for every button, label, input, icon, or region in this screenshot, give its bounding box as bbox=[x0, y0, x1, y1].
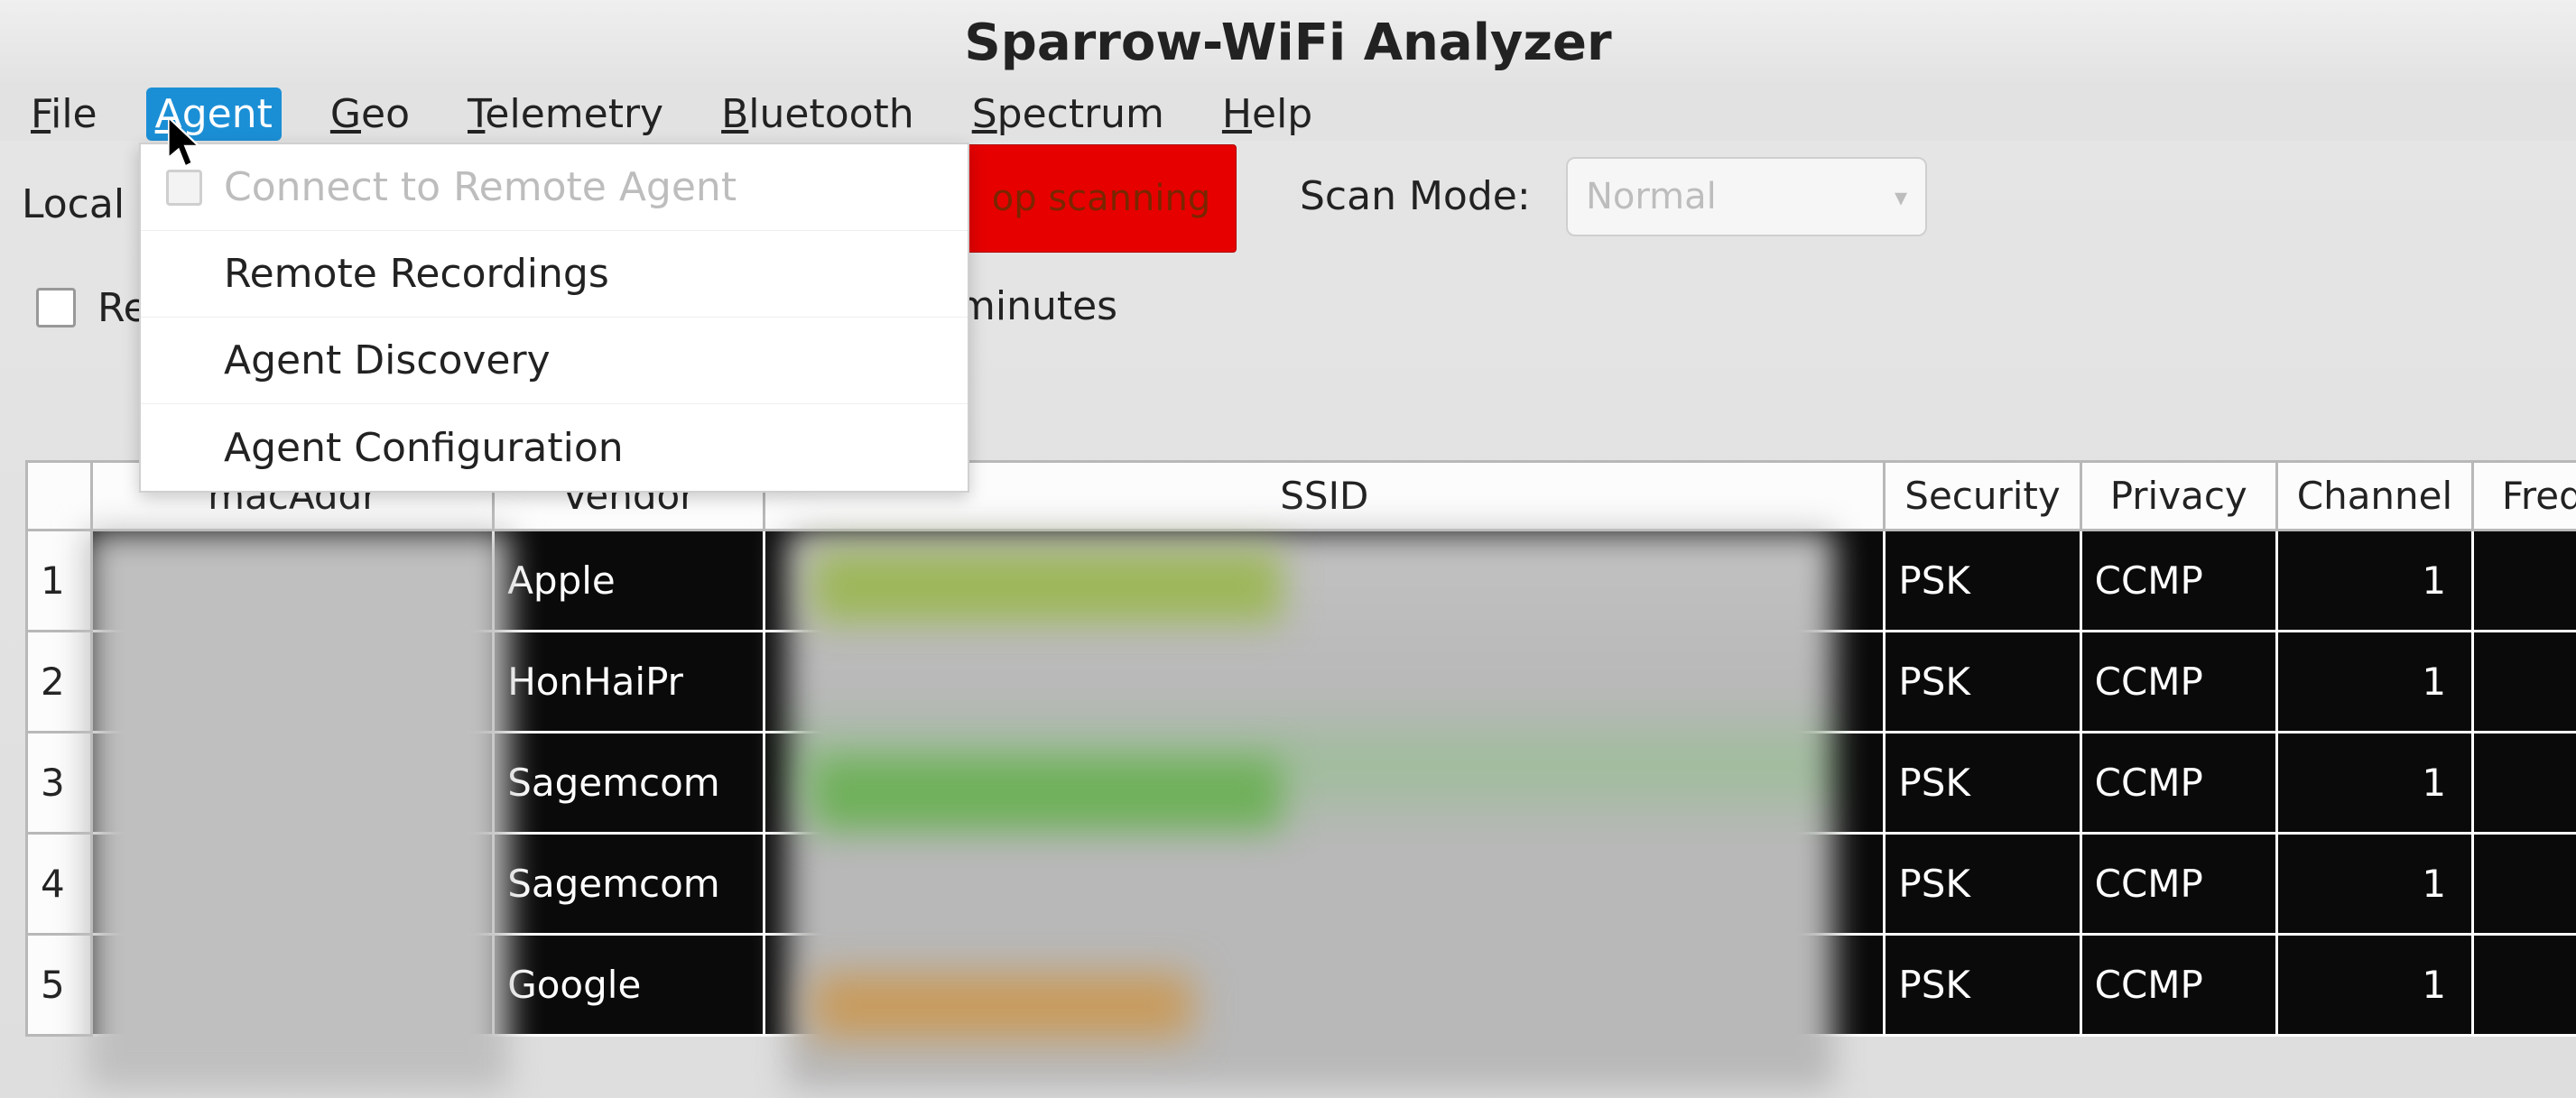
agent-connect-remote[interactable]: Connect to Remote Agent bbox=[141, 144, 968, 231]
cell-privacy[interactable]: CCMP bbox=[2080, 632, 2276, 733]
agent-connect-remote-label: Connect to Remote Agent bbox=[224, 164, 737, 210]
titlebar: Sparrow-WiFi Analyzer bbox=[0, 0, 2576, 87]
cell-frequency[interactable] bbox=[2473, 632, 2576, 733]
agent-configuration-label: Agent Configuration bbox=[224, 425, 624, 471]
cell-frequency[interactable] bbox=[2473, 733, 2576, 834]
scanmode-label: Scan Mode: bbox=[1300, 173, 1531, 219]
stop-scanning-button[interactable]: op scanning bbox=[966, 144, 1237, 253]
remember-checkbox[interactable] bbox=[36, 288, 76, 328]
agent-remote-recordings-label: Remote Recordings bbox=[224, 251, 609, 297]
app-window: Sparrow-WiFi Analyzer File Agent Geo Tel… bbox=[0, 0, 2576, 1098]
col-frequency[interactable]: Freque bbox=[2473, 462, 2576, 531]
cell-channel[interactable]: 1 bbox=[2276, 531, 2472, 632]
agent-configuration[interactable]: Agent Configuration bbox=[141, 404, 968, 491]
cell-privacy[interactable]: CCMP bbox=[2080, 531, 2276, 632]
cell-frequency[interactable] bbox=[2473, 531, 2576, 632]
col-privacy[interactable]: Privacy bbox=[2080, 462, 2276, 531]
agent-dropdown: Connect to Remote Agent Remote Recording… bbox=[139, 143, 969, 493]
row-index[interactable]: 2 bbox=[27, 632, 92, 733]
redaction-overlay bbox=[812, 550, 1282, 623]
row-index[interactable]: 1 bbox=[27, 531, 92, 632]
cell-frequency[interactable] bbox=[2473, 935, 2576, 1036]
cell-channel[interactable]: 1 bbox=[2276, 834, 2472, 935]
row-index[interactable]: 5 bbox=[27, 935, 92, 1036]
cell-privacy[interactable]: CCMP bbox=[2080, 733, 2276, 834]
cell-frequency[interactable] bbox=[2473, 834, 2576, 935]
row-index[interactable]: 3 bbox=[27, 733, 92, 834]
cell-vendor[interactable]: Apple bbox=[494, 531, 764, 632]
checkbox-icon bbox=[166, 170, 202, 206]
chevron-down-icon: ▾ bbox=[1895, 182, 1907, 212]
redaction-overlay bbox=[812, 974, 1191, 1038]
cell-channel[interactable]: 1 bbox=[2276, 935, 2472, 1036]
scanmode-value: Normal bbox=[1586, 176, 1717, 217]
cell-vendor[interactable]: Google bbox=[494, 935, 764, 1036]
cell-privacy[interactable]: CCMP bbox=[2080, 834, 2276, 935]
menu-telemetry[interactable]: Telemetry bbox=[459, 88, 672, 141]
col-security[interactable]: Security bbox=[1885, 462, 2080, 531]
menubar: File Agent Geo Telemetry Bluetooth Spect… bbox=[0, 87, 2576, 141]
agent-remote-recordings[interactable]: Remote Recordings bbox=[141, 231, 968, 318]
cell-privacy[interactable]: CCMP bbox=[2080, 935, 2276, 1036]
cell-security[interactable]: PSK bbox=[1885, 632, 2080, 733]
col-corner[interactable] bbox=[27, 462, 92, 531]
cell-vendor[interactable]: HonHaiPr bbox=[494, 632, 764, 733]
cell-security[interactable]: PSK bbox=[1885, 935, 2080, 1036]
menu-agent[interactable]: Agent bbox=[146, 88, 282, 141]
redaction-overlay bbox=[812, 758, 1282, 830]
agent-discovery-label: Agent Discovery bbox=[224, 337, 551, 383]
cell-security[interactable]: PSK bbox=[1885, 834, 2080, 935]
redacted-mac-column bbox=[87, 531, 509, 1090]
menu-bluetooth[interactable]: Bluetooth bbox=[712, 88, 923, 141]
window-title: Sparrow-WiFi Analyzer bbox=[964, 0, 1611, 87]
agent-discovery[interactable]: Agent Discovery bbox=[141, 318, 968, 404]
cell-channel[interactable]: 1 bbox=[2276, 733, 2472, 834]
col-channel[interactable]: Channel bbox=[2276, 462, 2472, 531]
cell-channel[interactable]: 1 bbox=[2276, 632, 2472, 733]
menu-help[interactable]: Help bbox=[1213, 88, 1321, 141]
menu-spectrum[interactable]: Spectrum bbox=[963, 88, 1173, 141]
scanmode-select[interactable]: Normal ▾ bbox=[1566, 157, 1927, 236]
menu-geo[interactable]: Geo bbox=[321, 88, 419, 141]
cell-vendor[interactable]: Sagemcom bbox=[494, 834, 764, 935]
interface-local-label: Local bbox=[22, 181, 125, 227]
cell-security[interactable]: PSK bbox=[1885, 531, 2080, 632]
menu-file[interactable]: File bbox=[22, 88, 107, 141]
cell-security[interactable]: PSK bbox=[1885, 733, 2080, 834]
minutes-label: minutes bbox=[957, 283, 1117, 329]
row-index[interactable]: 4 bbox=[27, 834, 92, 935]
cell-vendor[interactable]: Sagemcom bbox=[494, 733, 764, 834]
